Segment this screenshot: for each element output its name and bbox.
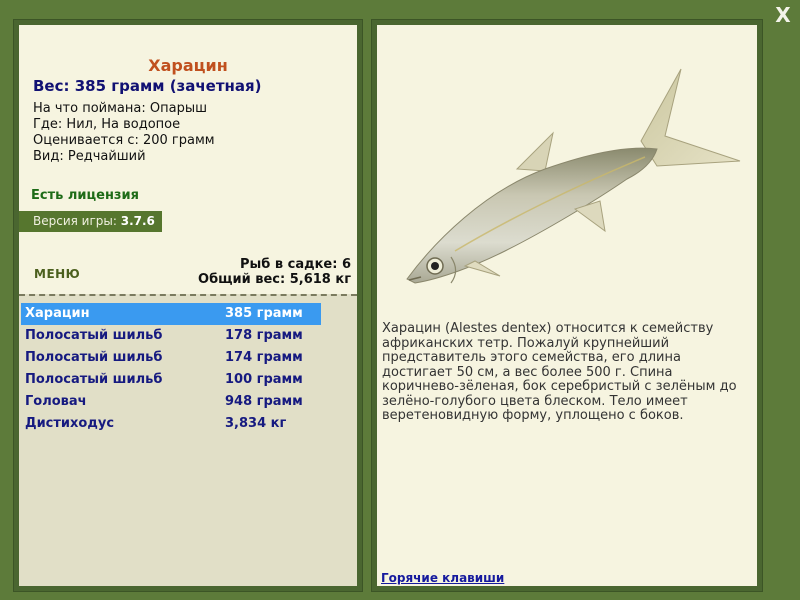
keep-count: Рыб в садке: 6 [239,257,351,272]
catch-weight: 100 грамм [225,372,303,387]
fish-bait: На что поймана: Опарыш [33,101,207,116]
catch-row[interactable]: Дистиходус 3,834 кг [21,413,321,435]
license-status: Есть лицензия [31,188,139,203]
fish-location: Где: Нил, На водопое [33,117,181,132]
keep-total-weight: Общий вес: 5,618 кг [198,272,351,287]
catch-weight: 174 грамм [225,350,303,365]
catch-row[interactable]: Полосатый шильб 178 грамм [21,325,321,347]
catch-name: Дистиходус [25,416,115,431]
keep-net-stats: Рыб в садке: 6 Общий вес: 5,618 кг [198,257,351,287]
version-label: Версия игры: [33,214,117,228]
catch-list: Харацин 385 грамм Полосатый шильб 178 гр… [21,303,321,435]
fish-weight: Вес: 385 грамм (зачетная) [33,77,262,95]
fish-image [406,68,741,284]
fish-description: Харацин (Alestes dentex) относится к сем… [382,321,737,423]
description-section: Харацин (Alestes dentex) относится к сем… [377,25,757,586]
hotkeys-link[interactable]: Горячие клавиши [381,571,504,585]
catch-name: Полосатый шильб [25,328,163,343]
fish-name: Харацин [148,56,228,75]
catch-weight: 948 грамм [225,394,303,409]
catch-list-section: Харацин 385 грамм Полосатый шильб 178 гр… [19,294,357,586]
fish-description-panel: Харацин (Alestes dentex) относится к сем… [371,19,763,592]
catch-name: Харацин [25,306,90,321]
fish-rating: Оценивается с: 200 грамм [33,133,215,148]
catch-weight: 178 грамм [225,328,303,343]
catch-name: Полосатый шильб [25,372,163,387]
catch-weight: 385 грамм [225,306,303,321]
catch-name: Головач [25,394,87,409]
fish-details-section: Харацин Вес: 385 грамм (зачетная) На что… [19,25,357,294]
menu-button[interactable]: МЕНЮ [34,267,80,281]
catch-weight: 3,834 кг [225,416,287,431]
version-bar: Версия игры: 3.7.6 [19,211,162,232]
catch-row[interactable]: Полосатый шильб 174 грамм [21,347,321,369]
section-divider [19,294,357,296]
version-value: 3.7.6 [120,214,155,228]
catch-row[interactable]: Харацин 385 грамм [21,303,321,325]
fish-rarity: Вид: Редчайший [33,149,146,164]
catch-row[interactable]: Полосатый шильб 100 грамм [21,369,321,391]
catch-name: Полосатый шильб [25,350,163,365]
fish-info-panel: Харацин Вес: 385 грамм (зачетная) На что… [13,19,363,592]
close-icon[interactable]: X [770,2,796,28]
catch-row[interactable]: Головач 948 грамм [21,391,321,413]
